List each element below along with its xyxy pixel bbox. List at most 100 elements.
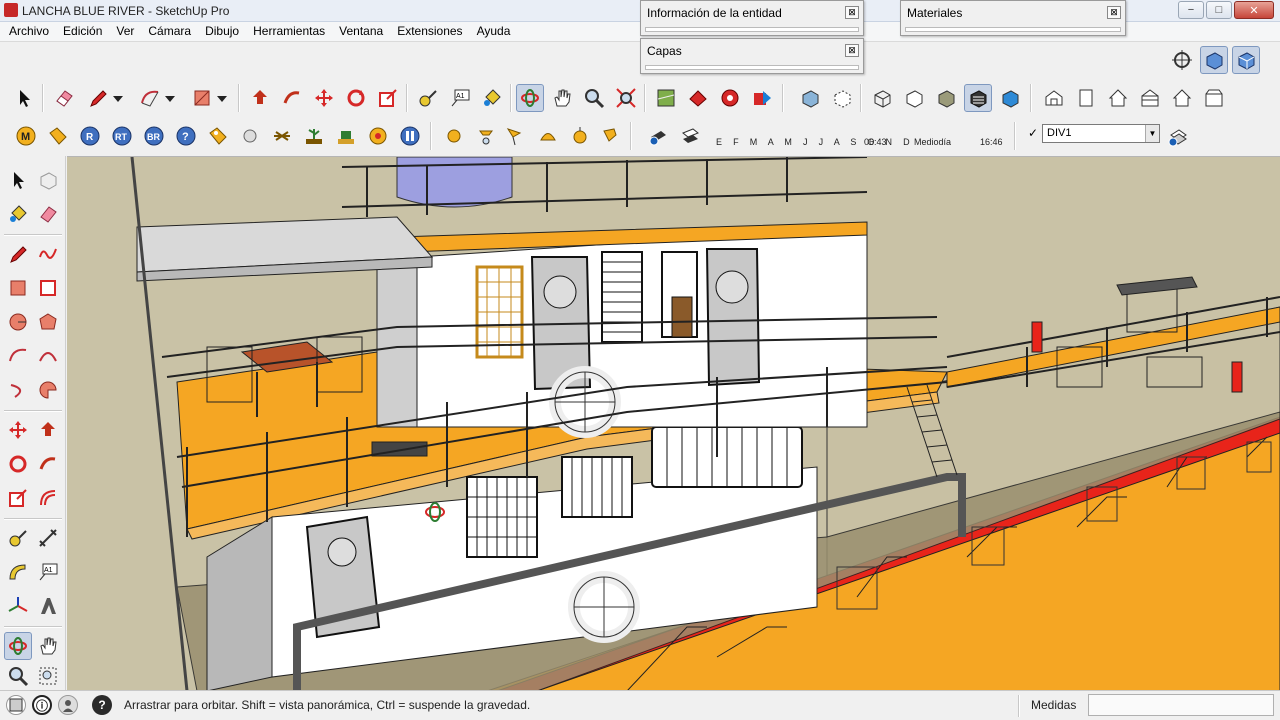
make-component-icon[interactable]	[34, 166, 62, 194]
maximize-button[interactable]: □	[1206, 1, 1232, 19]
position-camera-icon[interactable]	[1168, 46, 1196, 74]
back-edges-style-icon[interactable]	[828, 84, 856, 112]
m-badge-icon[interactable]: M	[12, 122, 40, 150]
axes-icon[interactable]	[4, 592, 32, 620]
follow-me-icon[interactable]	[278, 84, 306, 112]
landscape-icon[interactable]	[332, 122, 360, 150]
protractor-icon[interactable]	[4, 558, 32, 586]
help-icon[interactable]: ?	[172, 122, 200, 150]
select-tool-icon[interactable]	[4, 166, 32, 194]
light-tool-icon[interactable]	[268, 122, 296, 150]
br-badge-icon[interactable]: BR	[140, 122, 168, 150]
menu-extensiones[interactable]: Extensiones	[390, 22, 469, 41]
wireframe-style-icon[interactable]	[868, 84, 896, 112]
orbit-icon[interactable]	[4, 632, 32, 660]
pencil-icon[interactable]	[84, 84, 112, 112]
3d-text-icon[interactable]	[34, 592, 62, 620]
arc-icon[interactable]	[4, 342, 32, 370]
push-pull-icon[interactable]	[246, 84, 274, 112]
text-tool-icon[interactable]: A1	[446, 84, 474, 112]
panel-collapse-bar[interactable]	[645, 27, 859, 32]
menu-herramientas[interactable]: Herramientas	[246, 22, 332, 41]
zoom-window-icon[interactable]	[34, 662, 62, 690]
help-icon[interactable]: ?	[92, 695, 112, 715]
layers-panel[interactable]: Capas ⊠	[640, 38, 864, 74]
front-view-icon[interactable]	[1104, 84, 1132, 112]
close-button[interactable]: ✕	[1234, 1, 1274, 19]
shaded-textures-style-icon[interactable]	[964, 84, 992, 112]
zoom-icon[interactable]	[4, 662, 32, 690]
component-view-icon[interactable]	[1232, 46, 1260, 74]
panel-collapse-bar[interactable]	[905, 27, 1121, 32]
back-view-icon[interactable]	[1168, 84, 1196, 112]
warehouse-icon[interactable]	[684, 84, 712, 112]
entity-info-panel[interactable]: Información de la entidad ⊠	[640, 0, 864, 36]
select-tool-icon[interactable]	[10, 84, 38, 112]
rectangle-icon[interactable]	[4, 274, 32, 302]
paint-bucket-icon[interactable]	[4, 200, 32, 228]
menu-ayuda[interactable]: Ayuda	[470, 22, 518, 41]
walk-component-icon[interactable]	[1200, 46, 1228, 74]
follow-me-icon[interactable]	[34, 450, 62, 478]
chevron-down-icon[interactable]	[162, 84, 178, 112]
chevron-down-icon[interactable]: ▼	[1145, 125, 1159, 142]
omni-light-icon[interactable]	[440, 122, 468, 150]
dimension-icon[interactable]	[34, 524, 62, 552]
rt-badge-icon[interactable]: RT	[108, 122, 136, 150]
hidden-line-style-icon[interactable]	[900, 84, 928, 112]
model-viewport[interactable]	[67, 156, 1280, 690]
shadow-info-icon[interactable]	[644, 122, 672, 150]
display-shadows-icon[interactable]	[676, 122, 704, 150]
target-icon[interactable]	[364, 122, 392, 150]
mesh-light-icon[interactable]	[596, 122, 624, 150]
monochrome-style-icon[interactable]	[996, 84, 1024, 112]
menu-edicion[interactable]: Edición	[56, 22, 109, 41]
tape-measure-icon[interactable]	[4, 524, 32, 552]
arc-icon[interactable]	[136, 84, 164, 112]
iso-view-icon[interactable]	[1040, 84, 1068, 112]
close-icon[interactable]: ⊠	[1107, 6, 1121, 19]
eraser-icon[interactable]	[50, 84, 78, 112]
checkmark-icon[interactable]: ✓	[1028, 126, 1038, 140]
close-icon[interactable]: ⊠	[845, 44, 859, 57]
zoom-icon[interactable]	[580, 84, 608, 112]
paint-bucket-icon[interactable]	[478, 84, 506, 112]
spot-light-icon[interactable]	[472, 122, 500, 150]
chevron-down-icon[interactable]	[214, 84, 230, 112]
materials-panel[interactable]: Materiales ⊠	[900, 0, 1126, 36]
circle-icon[interactable]	[4, 308, 32, 336]
scale-icon[interactable]	[4, 484, 32, 512]
rotate-icon[interactable]	[4, 450, 32, 478]
shaded-style-icon[interactable]	[932, 84, 960, 112]
eraser-icon[interactable]	[34, 200, 62, 228]
menu-camara[interactable]: Cámara	[141, 22, 198, 41]
rotate-icon[interactable]	[342, 84, 370, 112]
left-view-icon[interactable]	[1200, 84, 1228, 112]
pan-hand-icon[interactable]	[34, 632, 62, 660]
push-pull-icon[interactable]	[34, 416, 62, 444]
pie-icon[interactable]	[34, 376, 62, 404]
chevron-down-icon[interactable]	[110, 84, 126, 112]
xray-style-icon[interactable]	[796, 84, 824, 112]
line-tool-icon[interactable]	[4, 240, 32, 268]
orbit-icon[interactable]	[516, 84, 544, 112]
top-view-icon[interactable]	[1072, 84, 1100, 112]
plant-icon[interactable]	[300, 122, 328, 150]
menu-dibujo[interactable]: Dibujo	[198, 22, 246, 41]
credits-icon[interactable]: ⓘ	[32, 695, 52, 715]
sun-flag-icon[interactable]	[500, 122, 528, 150]
pause-icon[interactable]	[396, 122, 424, 150]
minimize-button[interactable]: −	[1178, 1, 1204, 19]
add-location-icon[interactable]	[652, 84, 680, 112]
menu-ventana[interactable]: Ventana	[332, 22, 390, 41]
dome-light-icon[interactable]	[534, 122, 562, 150]
user-icon[interactable]	[58, 695, 78, 715]
three-point-arc-icon[interactable]	[4, 376, 32, 404]
rotated-rectangle-icon[interactable]	[34, 274, 62, 302]
rectangle-icon[interactable]	[188, 84, 216, 112]
measures-input[interactable]	[1088, 694, 1274, 716]
tag-tool-icon[interactable]	[44, 122, 72, 150]
pan-hand-icon[interactable]	[548, 84, 576, 112]
tape-measure-icon[interactable]	[414, 84, 442, 112]
material-tag-icon[interactable]	[204, 122, 232, 150]
